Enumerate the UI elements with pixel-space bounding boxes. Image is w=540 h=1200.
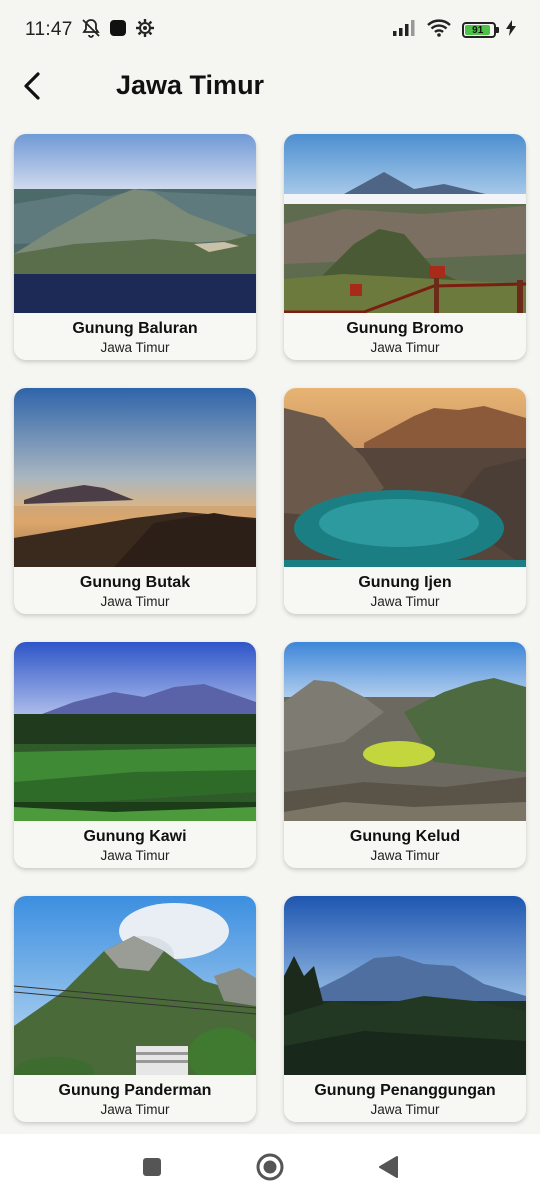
card-title: Gunung Baluran (72, 320, 198, 337)
signal-icon (392, 19, 416, 42)
battery-level: 91 (465, 25, 491, 36)
mountain-image (284, 134, 526, 313)
card-title: Gunung Kawi (83, 828, 187, 845)
mountain-image (284, 388, 526, 567)
recents-button[interactable] (138, 1153, 166, 1181)
mountain-card[interactable]: Gunung Kelud Jawa Timur (284, 642, 526, 868)
back-nav-button[interactable] (374, 1153, 402, 1181)
mountain-card[interactable]: Gunung Penanggungan Jawa Timur (284, 896, 526, 1122)
status-time: 11:47 (25, 19, 73, 40)
mountain-image (14, 388, 256, 567)
status-left: 11:47 (25, 18, 155, 43)
status-right: 91 (392, 18, 516, 43)
card-body: Gunung Kawi Jawa Timur (14, 821, 256, 865)
card-body: Gunung Panderman Jawa Timur (14, 1075, 256, 1119)
home-button[interactable] (256, 1153, 284, 1181)
recents-square-icon (143, 1158, 161, 1176)
mountain-image (14, 896, 256, 1075)
app-icon (109, 19, 127, 42)
card-subtitle: Jawa Timur (100, 594, 170, 609)
mountain-grid: Gunung Baluran Jawa Timur Gunung Bromo J… (14, 134, 526, 1122)
system-nav-bar (0, 1134, 540, 1200)
status-bar: 11:47 91 (0, 0, 540, 60)
back-arrow-icon (24, 72, 40, 100)
card-title: Gunung Kelud (349, 828, 461, 845)
card-subtitle: Jawa Timur (100, 340, 170, 355)
back-triangle-icon (379, 1156, 398, 1178)
card-title: Gunung Ijen (358, 574, 452, 591)
card-body: Gunung Penanggungan Jawa Timur (284, 1075, 526, 1119)
card-title: Gunung Butak (79, 574, 191, 591)
card-title: Gunung Bromo (346, 320, 464, 337)
mountain-card[interactable]: Gunung Kawi Jawa Timur (14, 642, 256, 868)
mountain-image (284, 896, 526, 1075)
card-body: Gunung Butak Jawa Timur (14, 567, 256, 611)
card-subtitle: Jawa Timur (370, 340, 440, 355)
mountain-card[interactable]: Gunung Bromo Jawa Timur (284, 134, 526, 360)
page-title: Jawa Timur (116, 70, 265, 100)
card-title: Gunung Penanggungan (314, 1082, 496, 1099)
settings-icon (135, 18, 155, 43)
card-title: Gunung Panderman (58, 1082, 212, 1099)
charging-icon (506, 19, 516, 41)
card-body: Gunung Baluran Jawa Timur (14, 313, 256, 357)
notifications-off-icon (81, 18, 101, 43)
back-button[interactable] (14, 66, 54, 106)
home-circle-icon (256, 1153, 284, 1181)
card-body: Gunung Kelud Jawa Timur (284, 821, 526, 865)
card-subtitle: Jawa Timur (100, 848, 170, 863)
card-body: Gunung Bromo Jawa Timur (284, 313, 526, 357)
mountain-card[interactable]: Gunung Panderman Jawa Timur (14, 896, 256, 1122)
card-subtitle: Jawa Timur (370, 848, 440, 863)
card-subtitle: Jawa Timur (370, 1102, 440, 1117)
mountain-image (14, 134, 256, 313)
wifi-icon (426, 18, 452, 43)
mountain-image (284, 642, 526, 821)
mountain-card[interactable]: Gunung Ijen Jawa Timur (284, 388, 526, 614)
mountain-image (14, 642, 256, 821)
app-bar: Jawa Timur (0, 60, 540, 112)
mountain-card[interactable]: Gunung Baluran Jawa Timur (14, 134, 256, 360)
card-subtitle: Jawa Timur (100, 1102, 170, 1117)
card-body: Gunung Ijen Jawa Timur (284, 567, 526, 611)
battery-icon: 91 (462, 22, 499, 38)
card-subtitle: Jawa Timur (370, 594, 440, 609)
mountain-card[interactable]: Gunung Butak Jawa Timur (14, 388, 256, 614)
